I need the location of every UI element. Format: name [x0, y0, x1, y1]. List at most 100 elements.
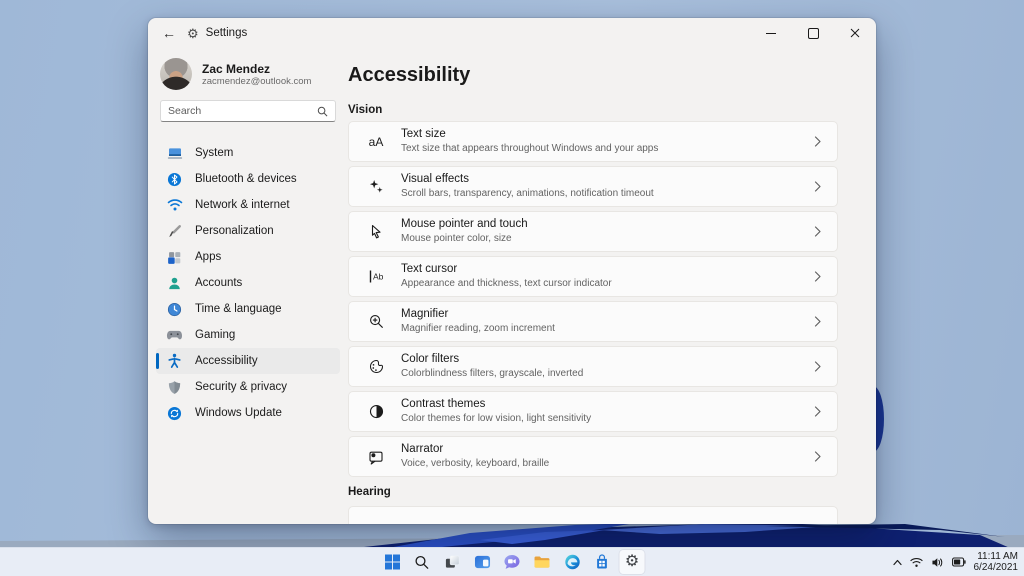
system-icon [166, 145, 183, 162]
card-title: Text size [401, 128, 446, 140]
page-title: Accessibility [348, 64, 471, 86]
task-view-icon [445, 555, 459, 568]
visual-effects-icon [365, 179, 387, 194]
edge-browser-button[interactable] [560, 550, 585, 574]
card-title: Color filters [401, 353, 460, 365]
card-title: Narrator [401, 443, 444, 455]
chevron-up-icon[interactable] [892, 559, 902, 566]
card-subtitle: Text size that appears throughout Window… [401, 143, 659, 154]
sidebar-item-label: Personalization [195, 225, 274, 237]
sidebar-item-bluetooth-devices[interactable]: Bluetooth & devices [156, 166, 340, 192]
sidebar-item-personalization[interactable]: Personalization [156, 218, 340, 244]
file-explorer-button[interactable] [530, 550, 555, 574]
card-text-size[interactable]: aA Text size Text size that appears thro… [348, 121, 838, 162]
titlebar: ← ⚙ Settings [148, 18, 876, 48]
sidebar-item-security-privacy[interactable]: Security & privacy [156, 374, 340, 400]
card-subtitle: Color themes for low vision, light sensi… [401, 413, 592, 424]
window-controls [750, 18, 876, 48]
store-button[interactable] [590, 550, 615, 574]
maximize-icon [807, 27, 819, 39]
volume-icon[interactable] [931, 557, 944, 568]
sidebar-item-label: Apps [195, 251, 222, 263]
taskbar-settings-button[interactable]: ⚙ [619, 550, 645, 574]
accessibility-icon [166, 353, 183, 370]
search-box[interactable] [160, 100, 336, 122]
gaming-icon [166, 327, 183, 344]
personalization-icon [166, 223, 183, 240]
chat-icon [504, 554, 520, 569]
close-button[interactable] [834, 18, 876, 48]
search-icon [415, 555, 429, 569]
card-visual-effects[interactable]: Visual effects Scroll bars, transparency… [348, 166, 838, 207]
start-button[interactable] [380, 550, 405, 574]
taskbar: ⚙ 11:11 AM 6/24/2021 [0, 547, 1024, 576]
windows-update-icon [166, 405, 183, 422]
card-contrast-themes[interactable]: Contrast themes Color themes for low vis… [348, 391, 838, 432]
taskbar-search-button[interactable] [410, 550, 435, 574]
bluetooth-icon [166, 171, 183, 188]
close-icon [850, 28, 860, 38]
battery-icon[interactable] [951, 557, 966, 567]
widgets-button[interactable] [470, 550, 495, 574]
sidebar-item-label: Bluetooth & devices [195, 173, 297, 185]
card-subtitle: Magnifier reading, zoom increment [401, 323, 555, 334]
sidebar-item-time-language[interactable]: Time & language [156, 296, 340, 322]
chevron-right-icon [814, 226, 821, 237]
card-color-filters[interactable]: Color filters Colorblindness filters, gr… [348, 346, 838, 387]
sidebar-item-network-internet[interactable]: Network & internet [156, 192, 340, 218]
wallpaper-bloom-strip [0, 522, 1024, 548]
minimize-button[interactable] [750, 18, 792, 48]
card-subtitle: Mouse pointer color, size [401, 233, 512, 244]
sidebar-item-system[interactable]: System [156, 140, 340, 166]
magnifier-icon [365, 314, 387, 329]
back-button[interactable]: ← [162, 26, 176, 40]
store-icon [597, 554, 607, 569]
text-cursor-icon: Ab [365, 269, 387, 284]
sidebar-item-gaming[interactable]: Gaming [156, 322, 340, 348]
settings-cards: aA Text size Text size that appears thro… [348, 121, 838, 477]
sidebar-item-accounts[interactable]: Accounts [156, 270, 340, 296]
card-subtitle: Colorblindness filters, grayscale, inver… [401, 368, 584, 379]
sidebar-item-windows-update[interactable]: Windows Update [156, 400, 340, 426]
wifi-icon[interactable] [909, 557, 923, 568]
tray-time: 11:11 AM [977, 551, 1018, 562]
settings-gear-icon: ⚙ [187, 25, 199, 41]
network-icon [166, 197, 183, 214]
search-input[interactable] [168, 105, 317, 117]
taskbar-clock[interactable]: 11:11 AM 6/24/2021 [974, 551, 1019, 573]
card-subtitle: Scroll bars, transparency, animations, n… [401, 188, 654, 199]
card-text-cursor[interactable]: Ab Text cursor Appearance and thickness,… [348, 256, 838, 297]
sidebar-item-accessibility[interactable]: Accessibility [156, 348, 340, 374]
sidebar-item-label: Network & internet [195, 199, 290, 211]
card-title: Text cursor [401, 263, 458, 275]
card-title: Mouse pointer and touch [401, 218, 528, 230]
main-pane: Accessibility Vision aA Text size Text s… [348, 48, 876, 524]
sidebar-item-apps[interactable]: Apps [156, 244, 340, 270]
sidebar-item-label: Time & language [195, 303, 282, 315]
card-magnifier[interactable]: Magnifier Magnifier reading, zoom increm… [348, 301, 838, 342]
profile-row[interactable]: Zac Mendez zacmendez@outlook.com [160, 58, 348, 90]
card-mouse-pointer-touch[interactable]: Mouse pointer and touch Mouse pointer co… [348, 211, 838, 252]
apps-icon [166, 249, 183, 266]
chevron-right-icon [814, 451, 821, 462]
profile-email: zacmendez@outlook.com [202, 75, 312, 87]
widgets-icon [474, 555, 490, 569]
task-view-button[interactable] [440, 550, 465, 574]
color-filters-icon [365, 359, 387, 374]
window-title: Settings [205, 27, 248, 39]
sidebar-item-label: Gaming [195, 329, 236, 341]
chevron-right-icon [814, 181, 821, 192]
time-language-icon [166, 301, 183, 318]
narrator-icon [365, 449, 387, 465]
sidebar-item-label: Accounts [195, 277, 243, 289]
chevron-right-icon [814, 136, 821, 147]
settings-window: ← ⚙ Settings Zac Mendez zacmendez@outloo… [148, 18, 876, 524]
card-narrator[interactable]: Narrator Voice, verbosity, keyboard, bra… [348, 436, 838, 477]
search-icon [317, 106, 328, 116]
card-title: Magnifier [401, 308, 449, 320]
chat-button[interactable] [500, 550, 525, 574]
card-partial-clipped[interactable] [348, 506, 838, 524]
section-label-hearing: Hearing [348, 486, 391, 498]
card-title: Visual effects [401, 173, 469, 185]
maximize-button[interactable] [792, 18, 834, 48]
